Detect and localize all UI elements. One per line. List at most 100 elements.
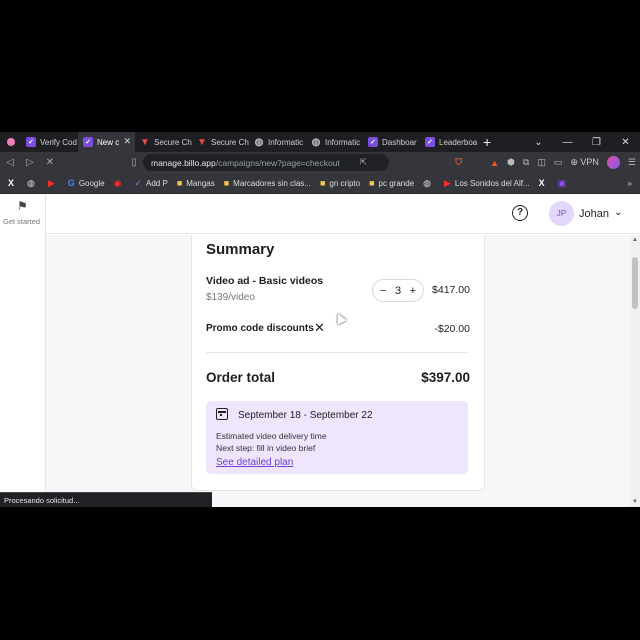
- tab-leaderboard[interactable]: ✓ Leaderboa: [420, 132, 477, 152]
- tab-dashboard[interactable]: ✓ Dashboar: [363, 132, 420, 152]
- tab-label: New c: [97, 137, 120, 147]
- wallet-card-icon[interactable]: ▭: [554, 157, 563, 168]
- tab-label: Informatic: [268, 137, 304, 147]
- share-icon[interactable]: ⇱: [360, 157, 367, 168]
- bookmark-mangas[interactable]: ■ Mangas: [177, 178, 215, 188]
- plan-next-step: Next step: fill in video brief: [216, 443, 316, 453]
- back-icon[interactable]: ◁: [0, 157, 20, 168]
- extensions-icon[interactable]: ⧉: [523, 157, 529, 168]
- profile-avatar-icon[interactable]: [606, 156, 620, 169]
- secure-icon: ▼: [140, 136, 150, 148]
- bookmarks-bar: X ◍ ▶ G Google ◉ ✓ Add P ■ Mangas ■ Marcador…: [0, 173, 640, 194]
- scroll-up-icon[interactable]: ▲: [632, 237, 638, 243]
- quantity-stepper: − 3 +: [372, 279, 424, 302]
- x-icon: X: [8, 178, 15, 188]
- increment-icon[interactable]: +: [410, 285, 416, 297]
- twitch-icon: ▣: [557, 177, 567, 188]
- youtube-icon: ▶: [443, 177, 451, 188]
- new-tab-plus-icon[interactable]: +: [483, 134, 491, 150]
- bookmark-app[interactable]: ◉: [114, 178, 126, 189]
- item-name: Video ad - Basic videos: [206, 275, 324, 287]
- tab-label: Secure Ch: [154, 137, 192, 147]
- tab-label: Informatic: [325, 137, 361, 147]
- bookmark-x[interactable]: X: [8, 178, 18, 188]
- stop-icon[interactable]: ✕: [40, 157, 60, 168]
- get-started-link[interactable]: Get started: [3, 217, 40, 226]
- forward-icon[interactable]: ▷: [20, 157, 40, 168]
- bookmark-add-p[interactable]: ✓ Add P: [134, 178, 167, 189]
- bookmarks-overflow-icon[interactable]: »: [628, 179, 632, 188]
- bookmark-marcadores[interactable]: ■ Marcadores sin clas...: [224, 178, 311, 188]
- calendar-icon: [216, 408, 228, 420]
- minimize-icon[interactable]: —: [553, 137, 582, 148]
- brave-shield-icon[interactable]: ⛉: [455, 157, 462, 168]
- maximize-icon[interactable]: ❐: [582, 137, 611, 148]
- avatar[interactable]: JP: [549, 201, 574, 226]
- bookmark-twitch[interactable]: ▣: [558, 178, 571, 189]
- tab-secure-checkout-1[interactable]: ▼ Secure Ch: [135, 132, 192, 152]
- billo-icon: ✓: [26, 137, 36, 147]
- globe-icon: ◍: [27, 177, 35, 188]
- scroll-down-icon[interactable]: ▼: [632, 499, 638, 505]
- bookmark-globe-2[interactable]: ◍: [423, 178, 435, 189]
- google-icon: G: [67, 178, 75, 188]
- item-total: $417.00: [432, 284, 470, 296]
- bookmark-globe[interactable]: ◍: [27, 178, 39, 189]
- bookmark-gn-cripto[interactable]: ■ gn cripto: [320, 178, 360, 188]
- tab-strip: ✓ Verify Cod ✓ New c ✕ ▼ Secure Ch ▼ Sec…: [0, 132, 640, 152]
- folder-icon: ■: [176, 178, 183, 188]
- checkout-content: Summary Video ad - Basic videos $139/vid…: [46, 235, 630, 507]
- app-icon: ◉: [113, 177, 122, 188]
- bookmark-label: gn cripto: [329, 178, 361, 188]
- bookmark-pc-grande[interactable]: ■ pc grande: [369, 178, 414, 188]
- decrement-icon[interactable]: −: [380, 285, 386, 297]
- chevron-down-icon[interactable]: ⌄: [614, 207, 622, 218]
- globe-icon: ◍: [254, 136, 264, 148]
- bookmark-label: Marcadores sin clas...: [233, 178, 311, 188]
- status-bar: Procesando solicitud...: [0, 492, 212, 507]
- bookmark-icon[interactable]: ▯: [124, 157, 144, 168]
- tab-information-1[interactable]: ◍ Informatic: [249, 132, 306, 152]
- help-icon[interactable]: ?: [512, 205, 528, 221]
- page-scrollbar[interactable]: ▲ ▼: [630, 235, 640, 507]
- scrollbar-thumb[interactable]: [632, 257, 638, 309]
- window-close-icon[interactable]: ✕: [611, 137, 640, 148]
- sidebar-toggle-icon[interactable]: ◫: [537, 157, 546, 168]
- close-icon[interactable]: ✕: [123, 136, 131, 147]
- bookmark-google[interactable]: G Google: [68, 178, 105, 188]
- app-sidebar: ⚑ Get started: [0, 194, 46, 507]
- address-bar-row: ◁ ▷ ✕ ▯ manage.billo.app/campaigns/new?p…: [0, 152, 640, 173]
- bookmark-x-2[interactable]: X: [539, 178, 549, 188]
- user-name[interactable]: Johan: [579, 208, 609, 220]
- see-detailed-plan-link[interactable]: See detailed plan: [216, 457, 293, 468]
- wallet-icon[interactable]: ⬢: [507, 157, 515, 168]
- bookmark-label: Google: [78, 178, 105, 188]
- tab-verify-code[interactable]: ✓ Verify Cod: [21, 132, 78, 152]
- remove-promo-icon[interactable]: ✕: [314, 320, 325, 336]
- flag-icon[interactable]: ⚑: [17, 199, 28, 213]
- url-field[interactable]: manage.billo.app/campaigns/new?page=chec…: [143, 154, 389, 171]
- youtube-icon: ▶: [47, 177, 55, 188]
- billo-icon: ✓: [425, 137, 435, 147]
- divider: [206, 352, 468, 353]
- bookmark-label: Los Sonidos del Alf...: [454, 178, 530, 188]
- url-path: /campaigns/new?page=checkout: [215, 157, 340, 168]
- order-total-value: $397.00: [421, 370, 470, 385]
- bookmark-youtube[interactable]: ▶: [48, 178, 59, 189]
- tab-label: Verify Cod: [40, 137, 77, 147]
- tab-new-campaign[interactable]: ✓ New c ✕: [78, 132, 135, 152]
- brave-rewards-icon[interactable]: ▲: [490, 158, 499, 168]
- vpn-button[interactable]: ⊕ VPN: [570, 157, 599, 168]
- tab-information-2[interactable]: ◍ Informatic: [306, 132, 363, 152]
- quantity-value: 3: [394, 284, 402, 297]
- plan-dates: September 18 - September 22: [238, 410, 373, 421]
- menu-icon[interactable]: ☰: [628, 157, 636, 168]
- toolbar-extensions: ⛉ ▲ ⬢ ⧉ ◫ ▭ ⊕ VPN ☰: [455, 152, 636, 173]
- item-unit-price: $139/video: [206, 292, 255, 303]
- tab-secure-checkout-2[interactable]: ▼ Secure Ch: [192, 132, 249, 152]
- tab-search-chevron-icon[interactable]: ⌄: [524, 137, 553, 148]
- bookmark-los-sonidos[interactable]: ▶ Los Sonidos del Alf...: [444, 178, 530, 189]
- profile-dot-icon[interactable]: [7, 138, 15, 146]
- bookmark-label: Add P: [146, 178, 168, 188]
- url-host: manage.billo.app: [151, 157, 216, 168]
